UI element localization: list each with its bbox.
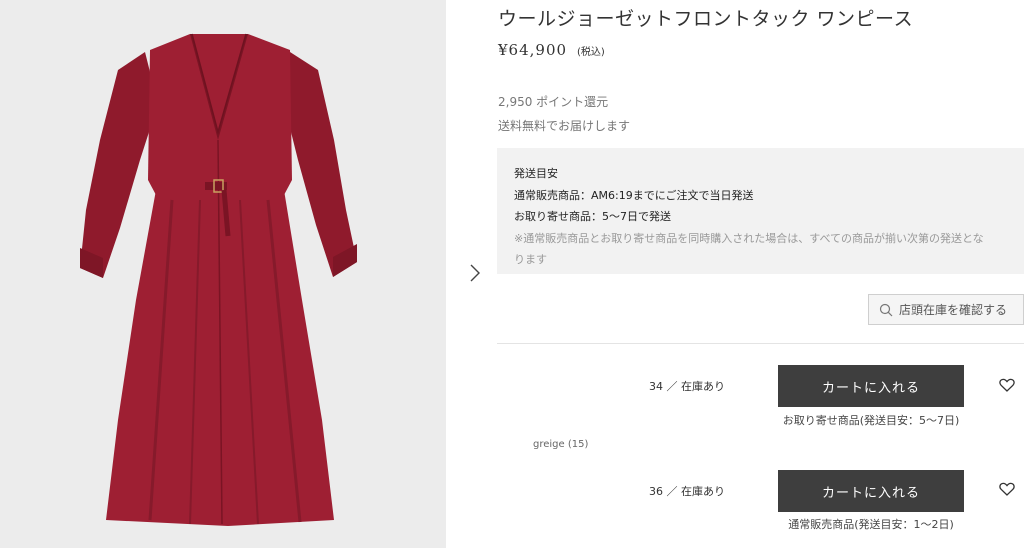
product-price: ¥64,900 (税込) — [498, 41, 605, 59]
variant-size-stock: 36 ／ 在庫あり — [649, 485, 725, 498]
check-store-stock-label: 店頭在庫を確認する — [899, 303, 1008, 317]
add-to-cart-button[interactable]: カートに入れる — [778, 470, 964, 512]
shipping-free-text: 送料無料でお届けします — [498, 119, 631, 133]
shipping-note-2: ります — [514, 253, 547, 266]
check-store-stock-button[interactable]: 店頭在庫を確認する — [868, 294, 1024, 325]
shipping-note-1: ※通常販売商品とお取り寄せ商品を同時購入された場合は、すべての商品が揃い次第の発… — [514, 231, 984, 245]
section-divider — [497, 343, 1024, 344]
shipping-line-order: お取り寄せ商品：5～7日で発送 — [514, 210, 671, 223]
tax-label: (税込) — [577, 47, 605, 58]
shipping-heading: 発送目安 — [514, 167, 558, 180]
price-value: ¥64,900 — [498, 41, 568, 59]
shipping-line-regular: 通常販売商品：AM6:19までにご注文で当日発送 — [514, 188, 754, 202]
add-to-cart-button[interactable]: カートに入れる — [778, 365, 964, 407]
search-icon — [879, 303, 893, 316]
product-image — [0, 0, 446, 548]
product-title: ウールジョーゼットフロントタック ワンピース — [498, 8, 914, 30]
chevron-right-icon — [470, 264, 480, 282]
heart-icon[interactable] — [998, 480, 1016, 498]
variant-size-stock: 34 ／ 在庫あり — [649, 380, 725, 393]
variant-delivery-note: お取り寄せ商品(発送目安：5～7日) — [782, 414, 960, 427]
next-image-arrow[interactable] — [462, 258, 488, 288]
color-group-label: greige (15) — [533, 439, 589, 450]
variant-delivery-note: 通常販売商品(発送目安：1～2日) — [788, 518, 954, 531]
heart-icon[interactable] — [998, 376, 1016, 394]
dress-illustration — [80, 33, 357, 526]
points-text: 2,950 ポイント還元 — [498, 95, 609, 109]
shipping-info-box: 発送目安 通常販売商品：AM6:19までにご注文で当日発送 お取り寄せ商品：5～… — [497, 148, 1024, 274]
